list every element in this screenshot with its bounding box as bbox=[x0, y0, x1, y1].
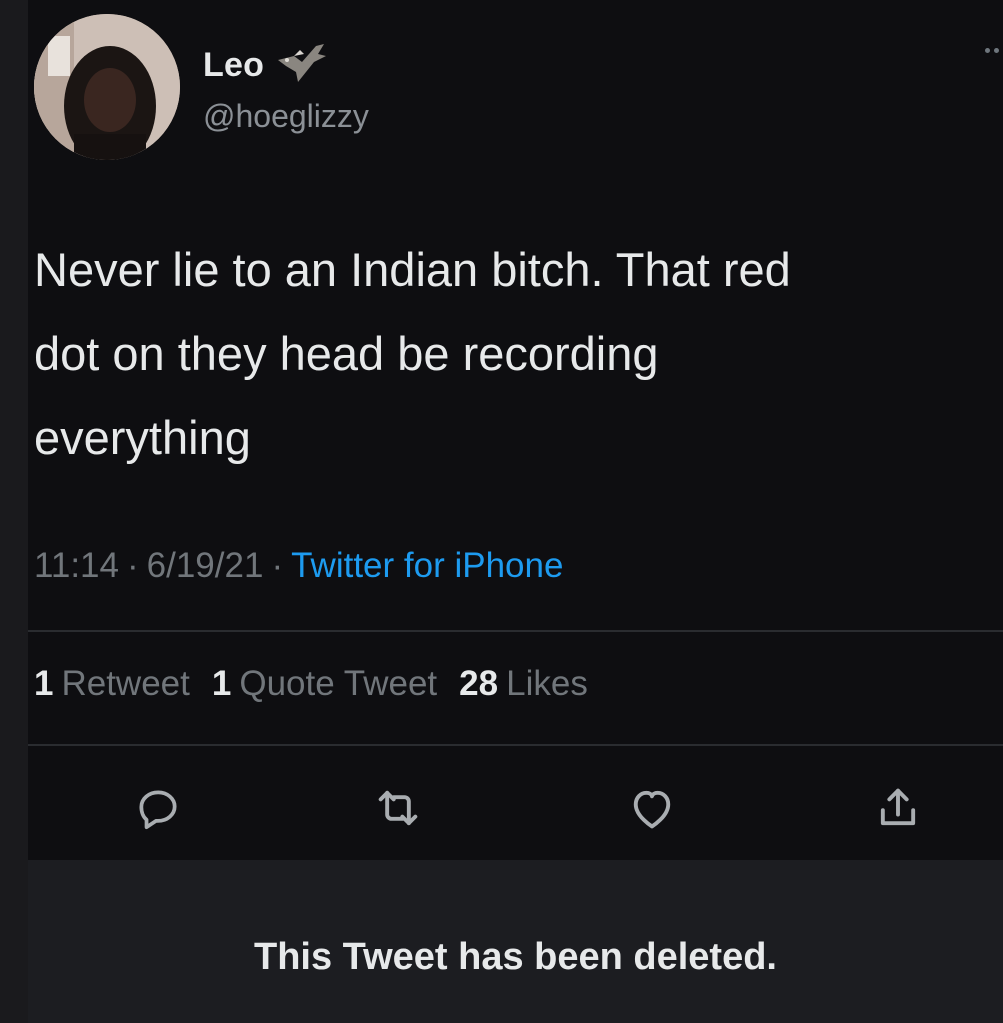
likes-stat[interactable]: 28 Likes bbox=[459, 664, 588, 704]
more-options-icon[interactable] bbox=[985, 48, 999, 53]
tweet-actions bbox=[28, 760, 1003, 850]
divider bbox=[28, 744, 1003, 746]
author-handle[interactable]: @hoeglizzy bbox=[203, 98, 369, 135]
tweet-text-line: dot on they head be recording bbox=[34, 327, 659, 380]
retweets-stat[interactable]: 1 Retweet bbox=[34, 664, 190, 704]
display-name[interactable]: Leo bbox=[203, 46, 264, 85]
heart-icon bbox=[633, 790, 671, 829]
tweet-card: Leo @hoeglizzy Never lie to an Indian bi… bbox=[28, 0, 1003, 860]
tweet-time[interactable]: 11:14 bbox=[34, 546, 119, 586]
like-button[interactable] bbox=[624, 780, 680, 836]
author-name-row: Leo bbox=[203, 42, 328, 89]
tweet-meta: 11:14 · 6/19/21 · Twitter for iPhone bbox=[34, 546, 563, 586]
eagle-icon bbox=[276, 42, 328, 89]
meta-separator: · bbox=[127, 546, 139, 585]
reply-icon bbox=[139, 790, 177, 830]
share-button[interactable] bbox=[870, 780, 926, 836]
avatar[interactable] bbox=[34, 14, 180, 160]
meta-separator: · bbox=[271, 546, 284, 585]
retweet-icon bbox=[378, 790, 418, 826]
deleted-tweet-banner: This Tweet has been deleted. bbox=[28, 860, 1003, 1023]
retweet-button[interactable] bbox=[370, 780, 426, 836]
share-icon bbox=[880, 788, 916, 826]
tweet-text-line: everything bbox=[34, 411, 251, 464]
divider bbox=[28, 630, 1003, 632]
reply-button[interactable] bbox=[130, 780, 186, 836]
deleted-tweet-notice: This Tweet has been deleted. bbox=[254, 936, 777, 978]
quote-tweets-stat[interactable]: 1 Quote Tweet bbox=[212, 664, 437, 704]
tweet-text-line: Never lie to an Indian bitch. That red bbox=[34, 243, 791, 296]
tweet-date[interactable]: 6/19/21 bbox=[147, 546, 264, 586]
left-edge bbox=[0, 0, 28, 1023]
tweet-text: Never lie to an Indian bitch. That red d… bbox=[34, 228, 974, 480]
tweet-stats: 1 Retweet 1 Quote Tweet 28 Likes bbox=[34, 664, 588, 704]
tweet-source-link[interactable]: Twitter for iPhone bbox=[291, 546, 563, 586]
